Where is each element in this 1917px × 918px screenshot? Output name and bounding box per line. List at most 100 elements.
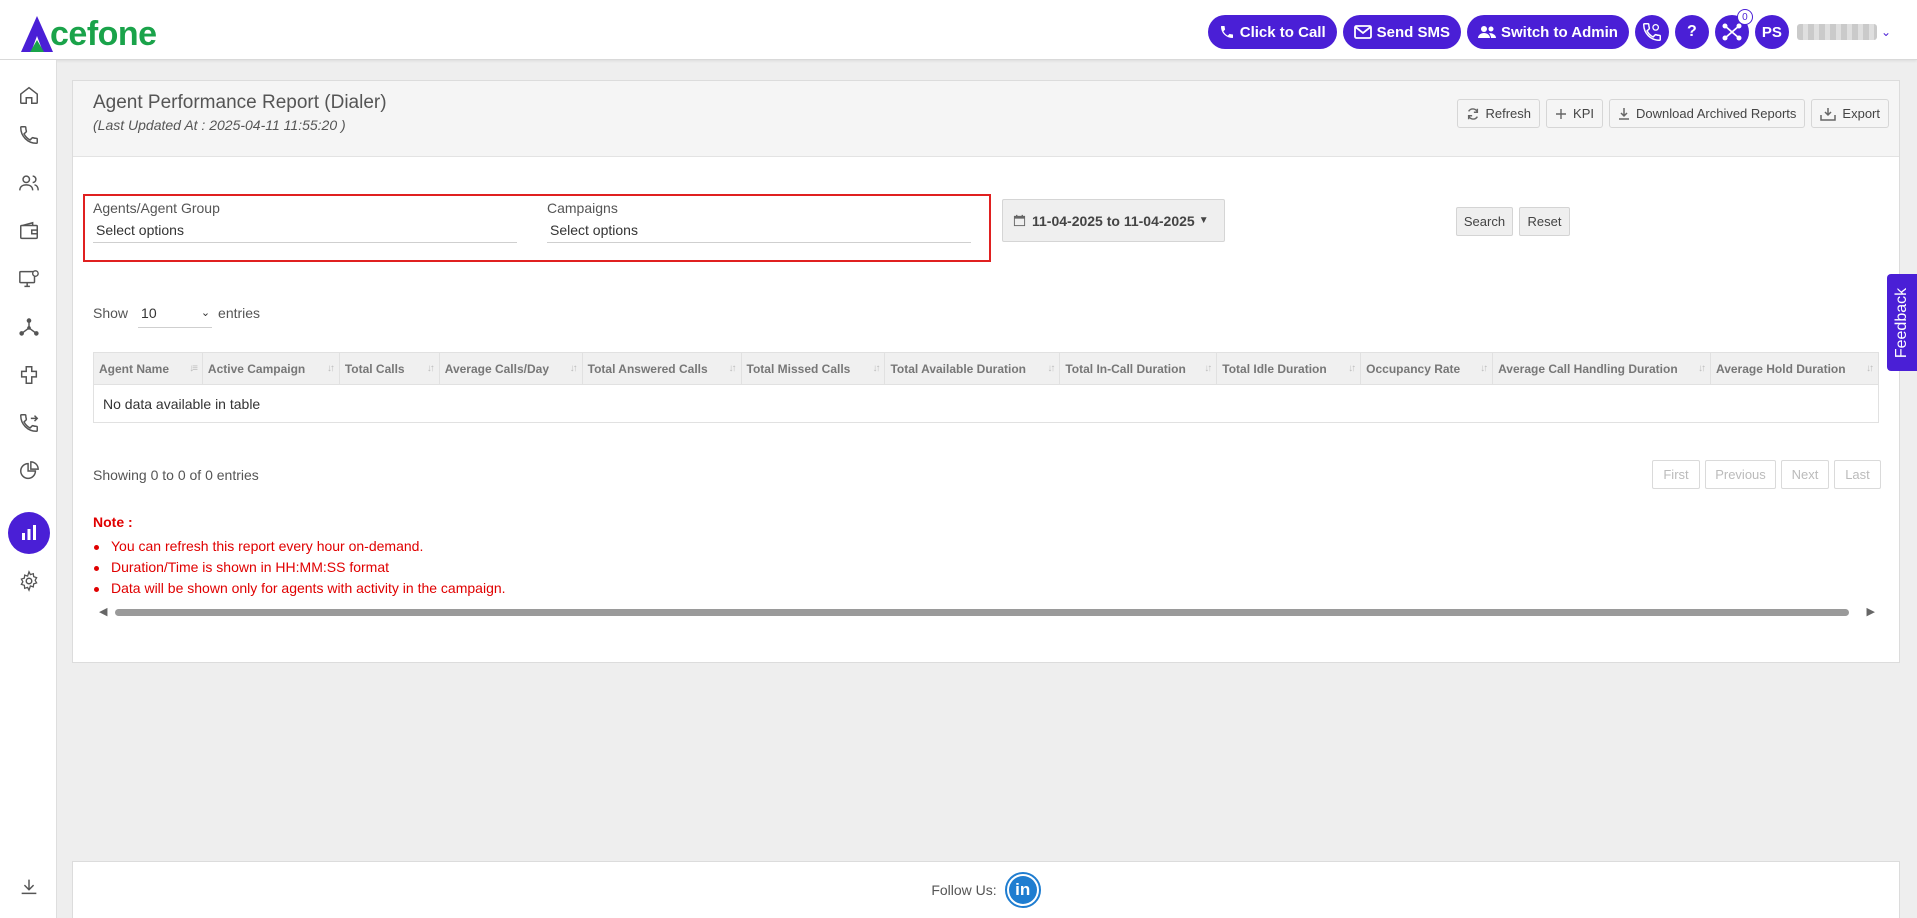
pagination: First Previous Next Last xyxy=(1647,460,1881,489)
page-length-select[interactable]: 10 ⌄ xyxy=(138,298,213,328)
user-avatar[interactable]: PS xyxy=(1754,15,1789,49)
sidebar-item-call-transfer[interactable] xyxy=(8,402,50,444)
chevron-down-icon: ⌄ xyxy=(200,307,211,319)
agents-select[interactable]: Select options xyxy=(93,222,517,243)
sidebar-item-reports[interactable] xyxy=(8,512,50,554)
empty-table-message: No data available in table xyxy=(93,384,1879,423)
sidebar-item-users[interactable] xyxy=(8,162,50,204)
sort-icon: ↓↑ xyxy=(872,363,880,374)
feedback-label: Feedback xyxy=(1893,287,1911,358)
column-header[interactable]: Average Call Handling Duration ↓↑ xyxy=(1492,352,1711,385)
report-table: Agent Name ↓≡ Active Campaign ↓↑ Total Cal… xyxy=(93,352,1880,423)
page-length-value: 10 xyxy=(141,304,157,321)
linkedin-link[interactable]: in xyxy=(1004,872,1041,908)
sort-icon: ↓↑ xyxy=(1697,363,1706,374)
column-header[interactable]: Active Campaign ↓↑ xyxy=(201,352,340,385)
table-info: Showing 0 to 0 of 0 entries xyxy=(93,467,259,483)
sidebar-item-network[interactable] xyxy=(8,306,50,348)
sort-icon: ↓↑ xyxy=(326,363,335,374)
sidebar-item-calls[interactable] xyxy=(8,114,50,156)
horizontal-scrollbar[interactable]: ◀ ▶ xyxy=(99,605,1875,619)
notes-list: You can refresh this report every hour o… xyxy=(93,536,506,599)
calendar-icon xyxy=(1013,214,1026,227)
download-archived-reports-button[interactable]: Download Archived Reports xyxy=(1609,99,1806,128)
sort-icon: ↓≡ xyxy=(189,363,198,374)
switch-to-admin-button[interactable]: Switch to Admin xyxy=(1466,15,1629,49)
date-range-picker[interactable]: 11-04-2025 to 11-04-2025 ▼ xyxy=(1002,199,1225,242)
user-name-blurred[interactable] xyxy=(1796,24,1877,40)
help-button[interactable]: ? xyxy=(1674,15,1709,49)
reset-button[interactable]: Reset xyxy=(1519,207,1570,236)
download-icon xyxy=(1619,107,1629,120)
entries-label: entries xyxy=(218,305,261,321)
column-header[interactable]: Average Hold Duration ↓↑ xyxy=(1709,352,1880,385)
show-label: Show xyxy=(93,305,129,321)
feedback-tab[interactable]: Feedback xyxy=(1887,274,1917,371)
column-header[interactable]: Agent Name ↓≡ xyxy=(93,352,203,385)
kpi-button[interactable]: KPI xyxy=(1546,99,1603,128)
scrollbar-thumb[interactable] xyxy=(115,609,1849,616)
integration-icon xyxy=(20,366,38,384)
sidebar-item-monitor[interactable] xyxy=(8,258,50,300)
export-icon xyxy=(1820,107,1837,121)
pie-chart-icon xyxy=(20,461,39,480)
column-header[interactable]: Total Calls ↓↑ xyxy=(338,352,440,385)
column-header[interactable]: Occupancy Rate ↓↑ xyxy=(1360,352,1494,385)
network-icon xyxy=(19,318,39,336)
download-archived-label: Download Archived Reports xyxy=(1636,106,1797,121)
click-to-call-button[interactable]: Click to Call xyxy=(1207,15,1337,49)
note-item: Data will be shown only for agents with … xyxy=(93,578,506,599)
note-item: You can refresh this report every hour o… xyxy=(93,536,506,557)
scroll-right-arrow-icon[interactable]: ▶ xyxy=(1867,605,1875,618)
sidebar-item-wallet[interactable] xyxy=(8,210,50,252)
caret-down-icon: ▼ xyxy=(1198,215,1209,226)
page-length-control: Show 10 ⌄ entries xyxy=(93,298,260,328)
first-page-button[interactable]: First xyxy=(1652,460,1700,489)
sidebar-item-home[interactable] xyxy=(8,74,50,116)
home-icon xyxy=(20,86,38,104)
column-header[interactable]: Total Answered Calls ↓↑ xyxy=(581,352,742,385)
chevron-down-icon[interactable]: ⌄ xyxy=(1881,25,1891,39)
sidebar-item-integrations[interactable] xyxy=(8,354,50,396)
send-sms-button[interactable]: Send SMS xyxy=(1342,15,1461,49)
report-card: Agent Performance Report (Dialer) (Last … xyxy=(72,80,1900,663)
scroll-left-arrow-icon[interactable]: ◀ xyxy=(99,605,107,618)
column-header[interactable]: Total Missed Calls ↓↑ xyxy=(740,352,886,385)
wallet-icon xyxy=(20,221,38,240)
linkedin-icon: in xyxy=(1008,876,1037,904)
sidebar-item-download[interactable] xyxy=(8,866,50,908)
export-button[interactable]: Export xyxy=(1811,99,1889,128)
next-page-button[interactable]: Next xyxy=(1781,460,1829,489)
footer: Follow Us: in xyxy=(72,861,1900,918)
note-item: Duration/Time is shown in HH:MM:SS forma… xyxy=(93,557,506,578)
connections-icon xyxy=(1722,23,1742,41)
sidebar-item-settings[interactable] xyxy=(8,560,50,602)
follow-us-label: Follow Us: xyxy=(931,882,997,898)
column-header[interactable]: Total In-Call Duration ↓↑ xyxy=(1059,352,1218,385)
call-transfer-icon xyxy=(20,414,39,432)
export-label: Export xyxy=(1842,106,1880,121)
campaigns-label: Campaigns xyxy=(547,200,618,216)
refresh-icon xyxy=(1467,107,1478,120)
avatar-initials: PS xyxy=(1761,23,1782,41)
search-button[interactable]: Search xyxy=(1456,207,1513,236)
sort-icon: ↓↑ xyxy=(1348,363,1356,374)
table-row: No data available in table xyxy=(93,384,1879,423)
phone-icon xyxy=(1220,26,1233,38)
last-page-button[interactable]: Last xyxy=(1834,460,1881,489)
settings-icon xyxy=(20,570,38,592)
acefone-logo-icon xyxy=(21,16,53,52)
softphone-button[interactable] xyxy=(1634,15,1669,49)
sidebar-item-analytics[interactable] xyxy=(8,450,50,492)
date-range-value: 11-04-2025 to 11-04-2025 xyxy=(1032,212,1195,229)
connections-button[interactable]: 0 xyxy=(1714,9,1753,49)
column-header[interactable]: Total Available Duration ↓↑ xyxy=(884,352,1061,385)
previous-page-button[interactable]: Previous xyxy=(1705,460,1776,489)
acefone-logo[interactable]: cefone xyxy=(20,4,157,54)
column-header[interactable]: Average Calls/Day ↓↑ xyxy=(438,352,583,385)
refresh-button[interactable]: Refresh xyxy=(1456,99,1541,128)
column-header[interactable]: Total Idle Duration ↓↑ xyxy=(1216,352,1362,385)
campaigns-select[interactable]: Select options xyxy=(547,222,971,243)
send-sms-label: Send SMS xyxy=(1376,23,1450,41)
note-heading: Note : xyxy=(93,514,133,530)
